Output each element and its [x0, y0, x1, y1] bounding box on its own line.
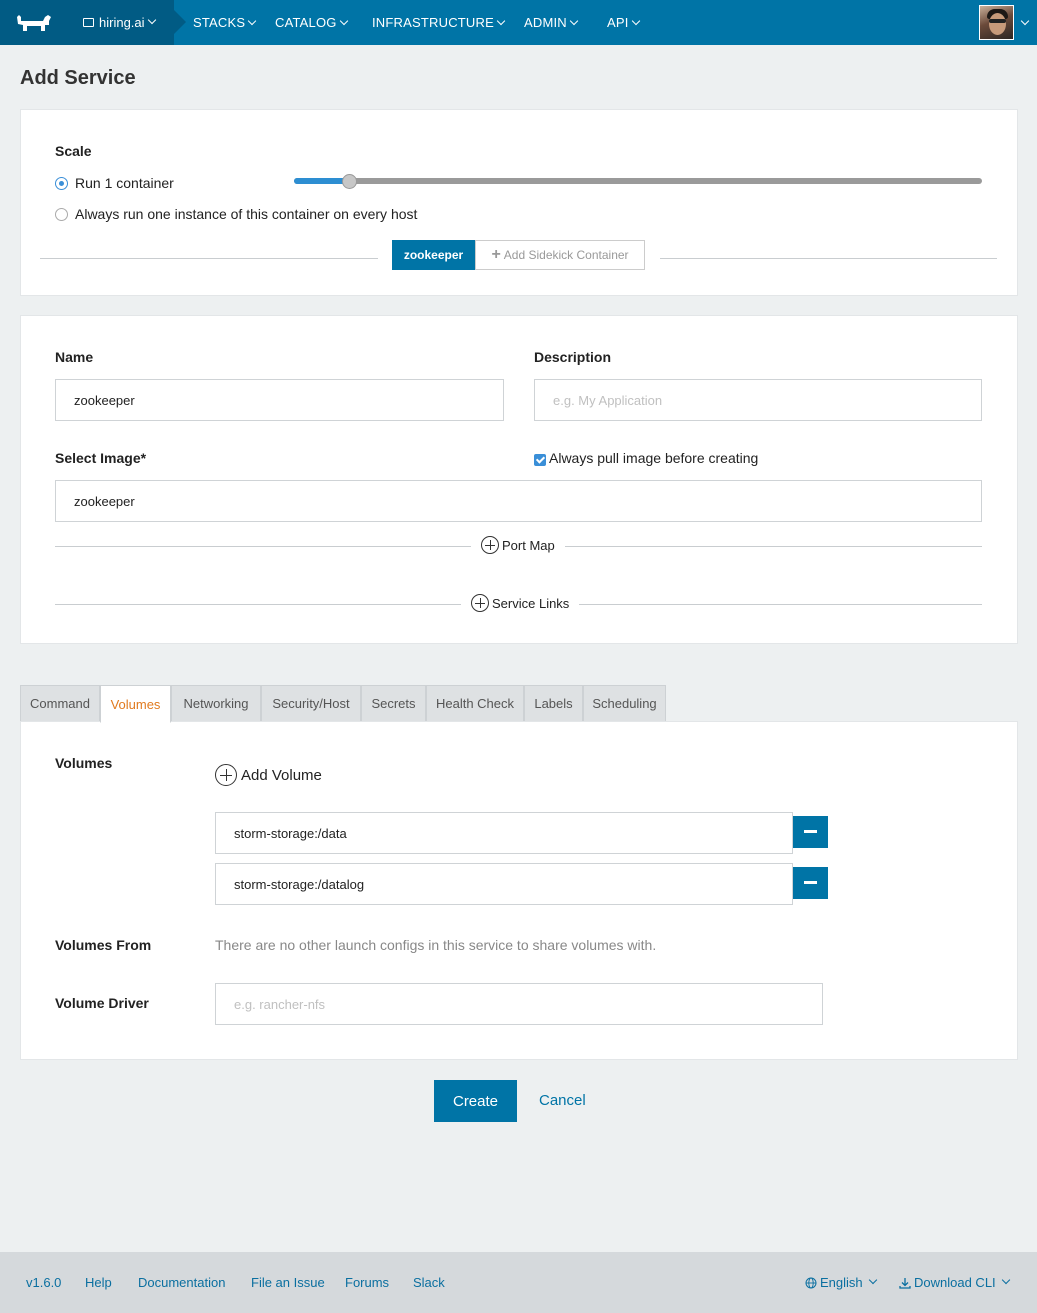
add-volume-label: Add Volume — [241, 766, 322, 784]
footer-link-help[interactable]: Help — [85, 1275, 112, 1290]
nav-infrastructure-label: INFRASTRUCTURE — [372, 15, 494, 30]
tab-security-host[interactable]: Security/Host — [261, 685, 361, 722]
volume-driver-label: Volume Driver — [55, 995, 149, 1011]
add-circle-icon — [471, 594, 489, 612]
add-sidekick-label: Add Sidekick Container — [503, 248, 629, 262]
download-icon — [899, 1277, 911, 1289]
name-label: Name — [55, 349, 94, 365]
volume-input[interactable]: storm-storage:/datalog — [215, 863, 793, 905]
globe-icon — [805, 1277, 817, 1288]
top-navbar: hiring.ai STACKS CATALOG INFRASTRUCTURE … — [0, 0, 1037, 45]
service-links-button[interactable]: Service Links — [461, 594, 580, 612]
nav-api[interactable]: API — [607, 0, 640, 45]
chevron-down-icon — [868, 1275, 877, 1284]
description-label: Description — [534, 349, 612, 365]
volume-input[interactable]: storm-storage:/data — [215, 812, 793, 854]
footer-link-file-issue[interactable]: File an Issue — [251, 1275, 325, 1290]
select-image-label: Select Image* — [55, 450, 147, 466]
service-links-label: Service Links — [492, 595, 570, 611]
volumes-label: Volumes — [55, 755, 113, 771]
tab-scheduling[interactable]: Scheduling — [583, 685, 666, 722]
tab-volumes[interactable]: Volumes — [100, 685, 171, 723]
add-circle-icon — [215, 764, 237, 786]
description-input[interactable]: e.g. My Application — [534, 379, 982, 421]
volume-driver-input[interactable]: e.g. rancher-nfs — [215, 983, 823, 1025]
nav-stacks-label: STACKS — [193, 15, 246, 30]
tab-labels[interactable]: Labels — [524, 685, 583, 722]
download-cli-label: Download CLI — [914, 1275, 996, 1290]
remove-volume-button[interactable] — [793, 816, 828, 848]
tab-networking[interactable]: Networking — [171, 685, 261, 722]
nav-admin[interactable]: ADMIN — [524, 0, 579, 45]
tab-health-check[interactable]: Health Check — [426, 685, 524, 722]
volumes-from-note: There are no other launch configs in thi… — [215, 937, 657, 953]
rancher-logo-icon[interactable] — [0, 0, 68, 45]
divider — [40, 258, 378, 259]
version-link[interactable]: v1.6.0 — [26, 1275, 61, 1290]
chevron-down-icon — [496, 16, 506, 26]
port-map-label: Port Map — [502, 537, 555, 553]
environment-name: hiring.ai — [99, 15, 145, 30]
image-input[interactable]: zookeeper — [55, 480, 982, 522]
chevron-down-icon — [339, 16, 348, 26]
plus-icon: + — [491, 246, 501, 263]
page-title: Add Service — [20, 67, 136, 89]
radio-run-container[interactable] — [55, 177, 68, 190]
nav-catalog[interactable]: CATALOG — [275, 0, 348, 45]
create-button[interactable]: Create — [434, 1080, 517, 1122]
nav-api-label: API — [607, 15, 629, 30]
port-map-button[interactable]: Port Map — [471, 536, 565, 554]
download-cli-button[interactable]: Download CLI — [899, 1275, 1010, 1290]
chevron-down-icon — [569, 16, 579, 26]
add-volume-button[interactable]: Add Volume — [215, 764, 322, 786]
chevron-down-icon[interactable] — [1020, 16, 1030, 26]
volumes-from-label: Volumes From — [55, 937, 152, 953]
radio-every-host[interactable] — [55, 208, 68, 221]
footer-link-slack[interactable]: Slack — [413, 1275, 445, 1290]
nav-stacks[interactable]: STACKS — [193, 0, 257, 45]
language-selector[interactable]: English — [805, 1275, 877, 1290]
environment-switcher[interactable]: hiring.ai — [68, 0, 186, 45]
scale-slider-track[interactable] — [294, 178, 982, 184]
divider — [660, 258, 997, 259]
tab-secrets[interactable]: Secrets — [361, 685, 426, 722]
chevron-down-icon — [248, 16, 257, 26]
footer-link-forums[interactable]: Forums — [345, 1275, 389, 1290]
add-circle-icon — [481, 536, 499, 554]
footer-link-documentation[interactable]: Documentation — [138, 1275, 225, 1290]
scale-label: Scale — [55, 143, 92, 159]
remove-volume-button[interactable] — [793, 867, 828, 899]
radio-every-host-label: Always run one instance of this containe… — [75, 206, 418, 222]
radio-run-container-label: Run 1 container — [75, 175, 174, 191]
chevron-down-icon — [631, 16, 640, 26]
always-pull-checkbox[interactable] — [534, 454, 546, 466]
nav-admin-label: ADMIN — [524, 15, 567, 30]
chevron-down-icon — [1001, 1275, 1010, 1284]
chevron-down-icon — [147, 15, 156, 24]
always-pull-label: Always pull image before creating — [549, 450, 759, 466]
nav-infrastructure[interactable]: INFRASTRUCTURE — [372, 0, 506, 45]
avatar[interactable] — [979, 5, 1014, 40]
add-sidekick-button[interactable]: + Add Sidekick Container — [475, 240, 645, 270]
scale-slider-handle[interactable] — [342, 174, 357, 189]
cancel-button[interactable]: Cancel — [539, 1092, 586, 1109]
name-input[interactable]: zookeeper — [55, 379, 504, 421]
tab-command[interactable]: Command — [20, 685, 100, 722]
folder-icon — [83, 18, 94, 27]
nav-catalog-label: CATALOG — [275, 15, 337, 30]
sidekick-tab-zookeeper[interactable]: zookeeper — [392, 240, 475, 270]
language-label: English — [820, 1275, 863, 1290]
